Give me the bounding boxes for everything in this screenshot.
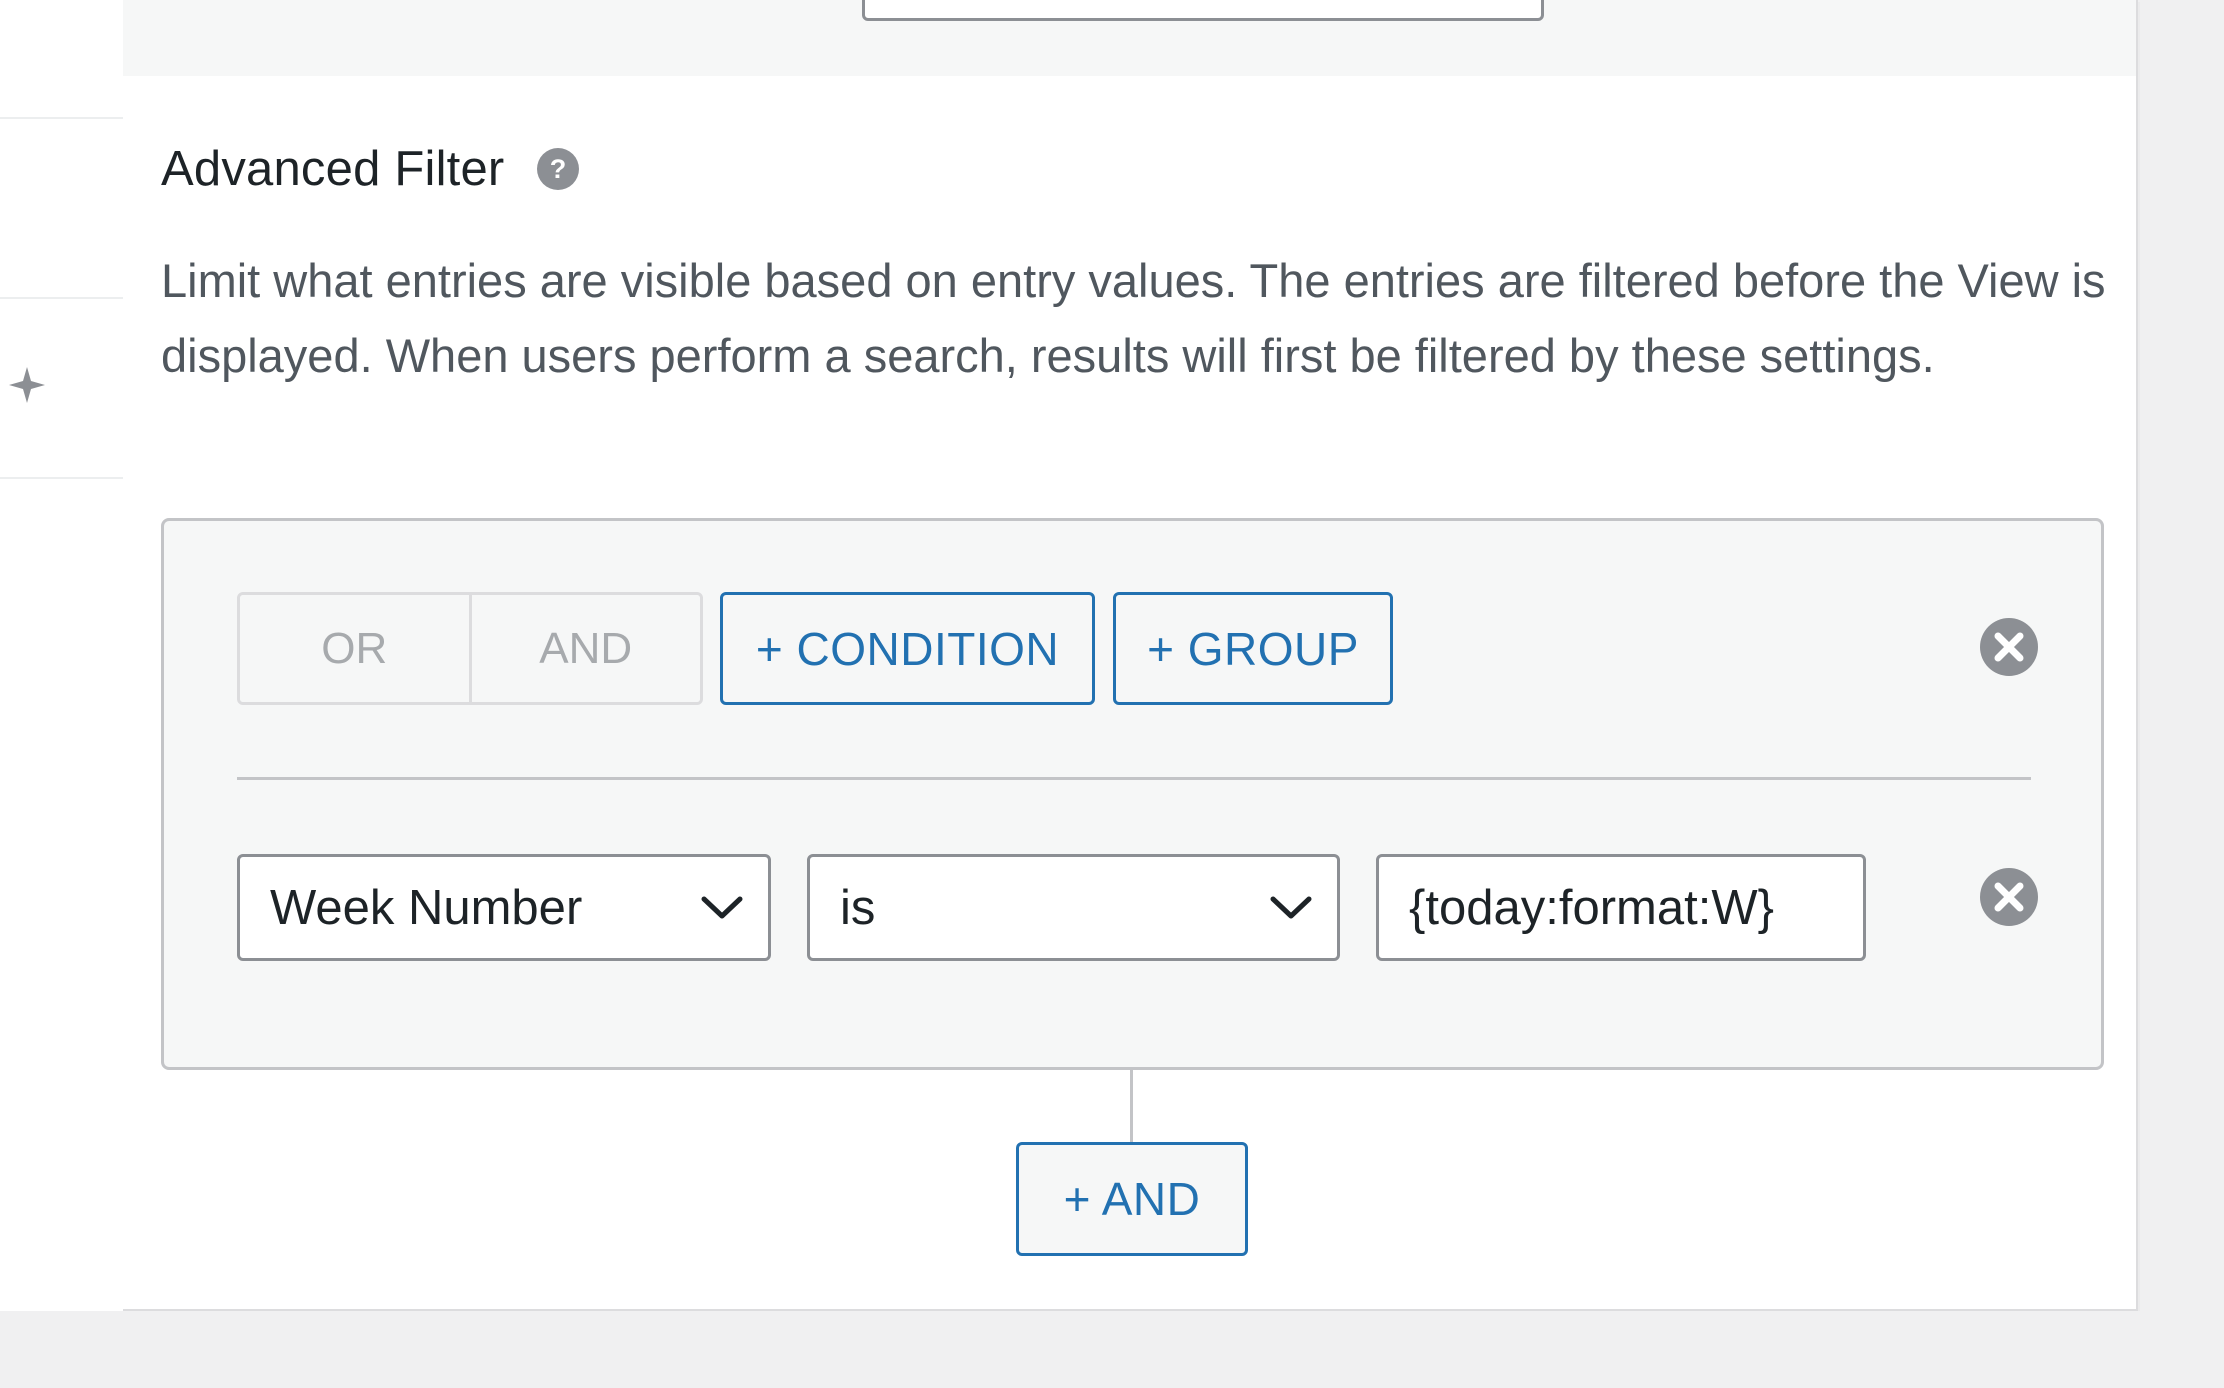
group-divider [237,777,2031,780]
left-sidebar [0,0,123,1311]
toggle-and-button[interactable]: AND [468,595,700,702]
sidebar-divider [0,117,123,119]
close-circle-icon[interactable] [1979,617,2039,677]
section-header: Advanced Filter ? [161,136,580,202]
toggle-or-button[interactable]: OR [240,595,469,702]
add-condition-button[interactable]: + CONDITION [720,592,1095,705]
condition-field-select[interactable]: Week Number [237,854,771,961]
add-group-button[interactable]: + GROUP [1113,592,1393,705]
page-background [0,1311,2224,1388]
connector-line [1130,1070,1133,1143]
previous-section-strip [123,0,2136,76]
logic-toggle: OR AND [237,592,703,705]
condition-field-value: Week Number [270,880,583,935]
condition-value-text: {today:format:W} [1409,880,1774,935]
section-description: Limit what entries are visible based on … [161,254,2106,382]
chevron-down-icon [701,896,743,918]
condition-operator-select[interactable]: is [807,854,1340,961]
previous-section-input[interactable] [862,0,1544,21]
help-icon[interactable]: ? [536,147,580,191]
section-title: Advanced Filter [161,142,505,196]
sparkle-icon[interactable] [7,365,47,405]
add-and-button[interactable]: + AND [1016,1142,1248,1256]
condition-operator-value: is [840,880,876,935]
svg-text:?: ? [550,154,567,184]
sidebar-divider [0,297,123,299]
sidebar-divider [0,477,123,479]
filter-group-box: OR AND + CONDITION + GROUP Week Number i… [161,518,2104,1070]
chevron-down-icon [1270,896,1312,918]
close-circle-icon[interactable] [1979,867,2039,927]
condition-value-input[interactable]: {today:format:W} [1376,854,1866,961]
settings-panel: Advanced Filter ? Limit what entries are… [123,0,2138,1311]
